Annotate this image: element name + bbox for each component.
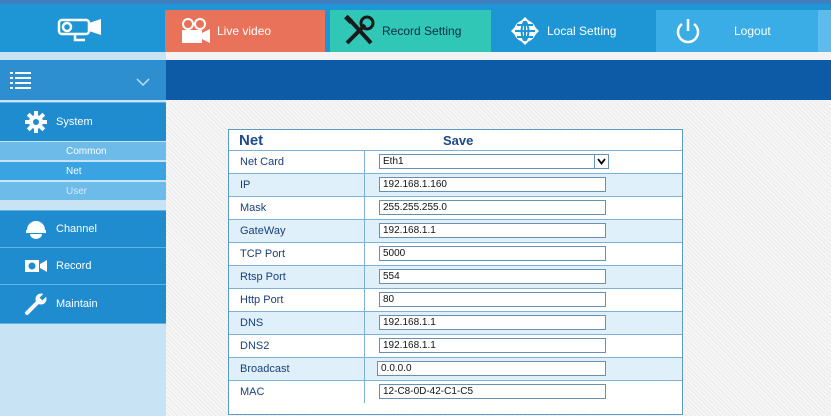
top-right-edge [818,10,831,52]
row-label: Broadcast [229,358,365,380]
net-card-select[interactable]: Eth1 [379,154,609,169]
row-tcp-port: TCP Port 5000 [229,242,682,265]
panel-header: Net Save [229,130,682,150]
tcp-port-input[interactable]: 5000 [379,246,606,261]
dome-camera-icon [24,217,48,241]
row-ip: IP 192.168.1.160 [229,173,682,196]
sidebar-subitem-user-label: User [66,185,88,197]
row-http-port: Http Port 80 [229,288,682,311]
video-camera-icon [177,15,213,47]
row-label: Http Port [229,289,365,311]
nav-record-setting[interactable]: Record Setting [330,10,491,52]
panel-title: Net [239,132,264,149]
row-label: Rtsp Port [229,266,365,288]
row-label: DNS [229,312,365,334]
sidebar-subitem-common-label: Common [66,145,107,157]
nav-live-video[interactable]: Live video [165,10,325,52]
sidebar-item-system-label: System [56,116,93,128]
gear-icon [24,110,48,134]
tools-icon [342,15,378,47]
sidebar-header [0,60,166,100]
http-port-input[interactable]: 80 [379,292,606,307]
rtsp-port-input[interactable]: 554 [379,269,606,284]
gateway-input[interactable]: 192.168.1.1 [379,223,606,238]
nav-local-setting-label: Local Setting [547,24,617,38]
row-label: TCP Port [229,243,365,265]
sidebar-item-channel[interactable]: Channel [0,210,166,247]
chevron-down-icon[interactable] [136,74,150,92]
sidebar-item-system[interactable]: System [0,102,166,141]
sidebar-item-maintain-label: Maintain [56,298,98,310]
sidebar-subitem-net-label: Net [66,165,82,177]
row-net-card: Net Card Eth1 [229,150,682,173]
row-label: GateWay [229,220,365,242]
nav-local-setting[interactable]: Local Setting [495,10,653,52]
save-button[interactable]: Save [443,133,473,148]
power-icon [670,15,706,47]
row-mac: MAC 12-C8-0D-42-C1-C5 [229,380,682,403]
sidebar-subitem-user[interactable]: User [0,182,166,200]
sidebar-item-channel-label: Channel [56,223,97,235]
row-label: DNS2 [229,335,365,357]
nav-logout[interactable]: Logout [656,10,818,52]
nav-logout-label: Logout [734,24,771,38]
broadcast-input[interactable]: 0.0.0.0 [377,361,606,376]
dns2-input[interactable]: 192.168.1.1 [379,338,606,353]
sidebar-subitem-net[interactable]: Net [0,162,166,180]
row-dns2: DNS2 192.168.1.1 [229,334,682,357]
row-dns: DNS 192.168.1.1 [229,311,682,334]
row-label: MAC [229,381,365,403]
row-mask: Mask 255.255.255.0 [229,196,682,219]
mac-input[interactable]: 12-C8-0D-42-C1-C5 [379,384,606,399]
sidebar-item-maintain[interactable]: Maintain [0,284,166,324]
sidebar-subitem-common[interactable]: Common [0,142,166,160]
content-header-bar [166,60,831,100]
row-rtsp-port: Rtsp Port 554 [229,265,682,288]
dns-input[interactable]: 192.168.1.1 [379,315,606,330]
sidebar: System Common Net User Channel Record Ma… [0,52,166,416]
row-label: Net Card [229,151,365,173]
row-label: Mask [229,197,365,219]
camera-logo-icon [0,4,160,52]
ip-input[interactable]: 192.168.1.160 [379,177,606,192]
nav-live-video-label: Live video [217,24,272,38]
mask-input[interactable]: 255.255.255.0 [379,200,606,215]
chevron-down-icon [594,155,608,168]
row-gateway: GateWay 192.168.1.1 [229,219,682,242]
sidebar-item-record[interactable]: Record [0,247,166,284]
menu-icon[interactable] [10,71,32,94]
net-settings-panel: Net Save Net Card Eth1 IP 192.168.1.160 … [228,129,683,415]
wrench-icon [24,292,48,316]
nav-record-setting-label: Record Setting [382,24,462,38]
row-label: IP [229,174,365,196]
net-card-value: Eth1 [383,156,404,167]
row-broadcast: Broadcast 0.0.0.0 [229,357,682,380]
globe-icon [507,15,543,47]
record-camera-icon [24,254,48,278]
sidebar-item-record-label: Record [56,260,92,272]
